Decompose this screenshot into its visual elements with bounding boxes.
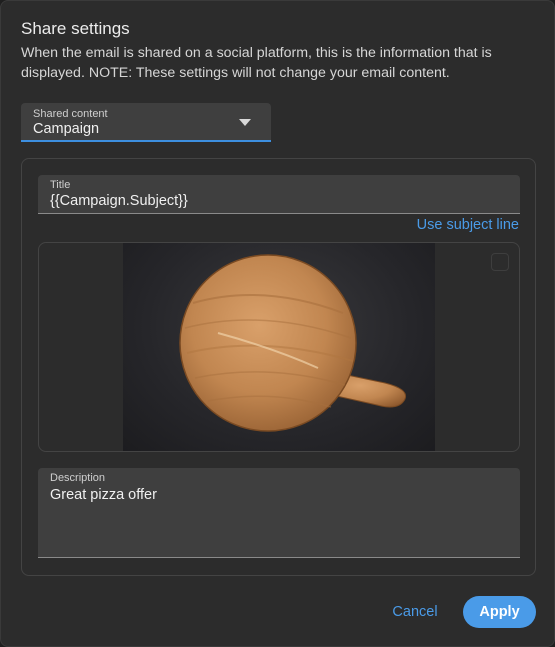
description-field[interactable]: Description Great pizza offer (38, 468, 520, 558)
title-field-value: {{Campaign.Subject}} (50, 193, 188, 209)
shared-content-value: Campaign (33, 121, 100, 137)
title-field[interactable]: Title {{Campaign.Subject}} (38, 175, 520, 214)
description-field-label: Description (50, 472, 106, 484)
cancel-button[interactable]: Cancel (385, 596, 445, 628)
share-image[interactable] (123, 243, 435, 451)
share-settings-dialog: Share settings When the email is shared … (0, 0, 555, 647)
dialog-title: Share settings (21, 19, 130, 38)
shared-content-select[interactable]: Shared content Campaign (21, 103, 271, 142)
pizza-board-image (179, 254, 407, 432)
use-subject-line-link[interactable]: Use subject line (417, 217, 519, 233)
share-preview-card: Title {{Campaign.Subject}} Use subject l… (21, 158, 536, 576)
chevron-down-icon (239, 119, 251, 126)
image-select-checkbox[interactable] (491, 253, 509, 271)
title-field-label: Title (50, 179, 71, 191)
share-image-box (38, 242, 520, 452)
dialog-description: When the email is shared on a social pla… (21, 45, 492, 81)
shared-content-label: Shared content (33, 108, 108, 120)
apply-button[interactable]: Apply (463, 596, 536, 628)
description-field-value: Great pizza offer (50, 487, 157, 503)
